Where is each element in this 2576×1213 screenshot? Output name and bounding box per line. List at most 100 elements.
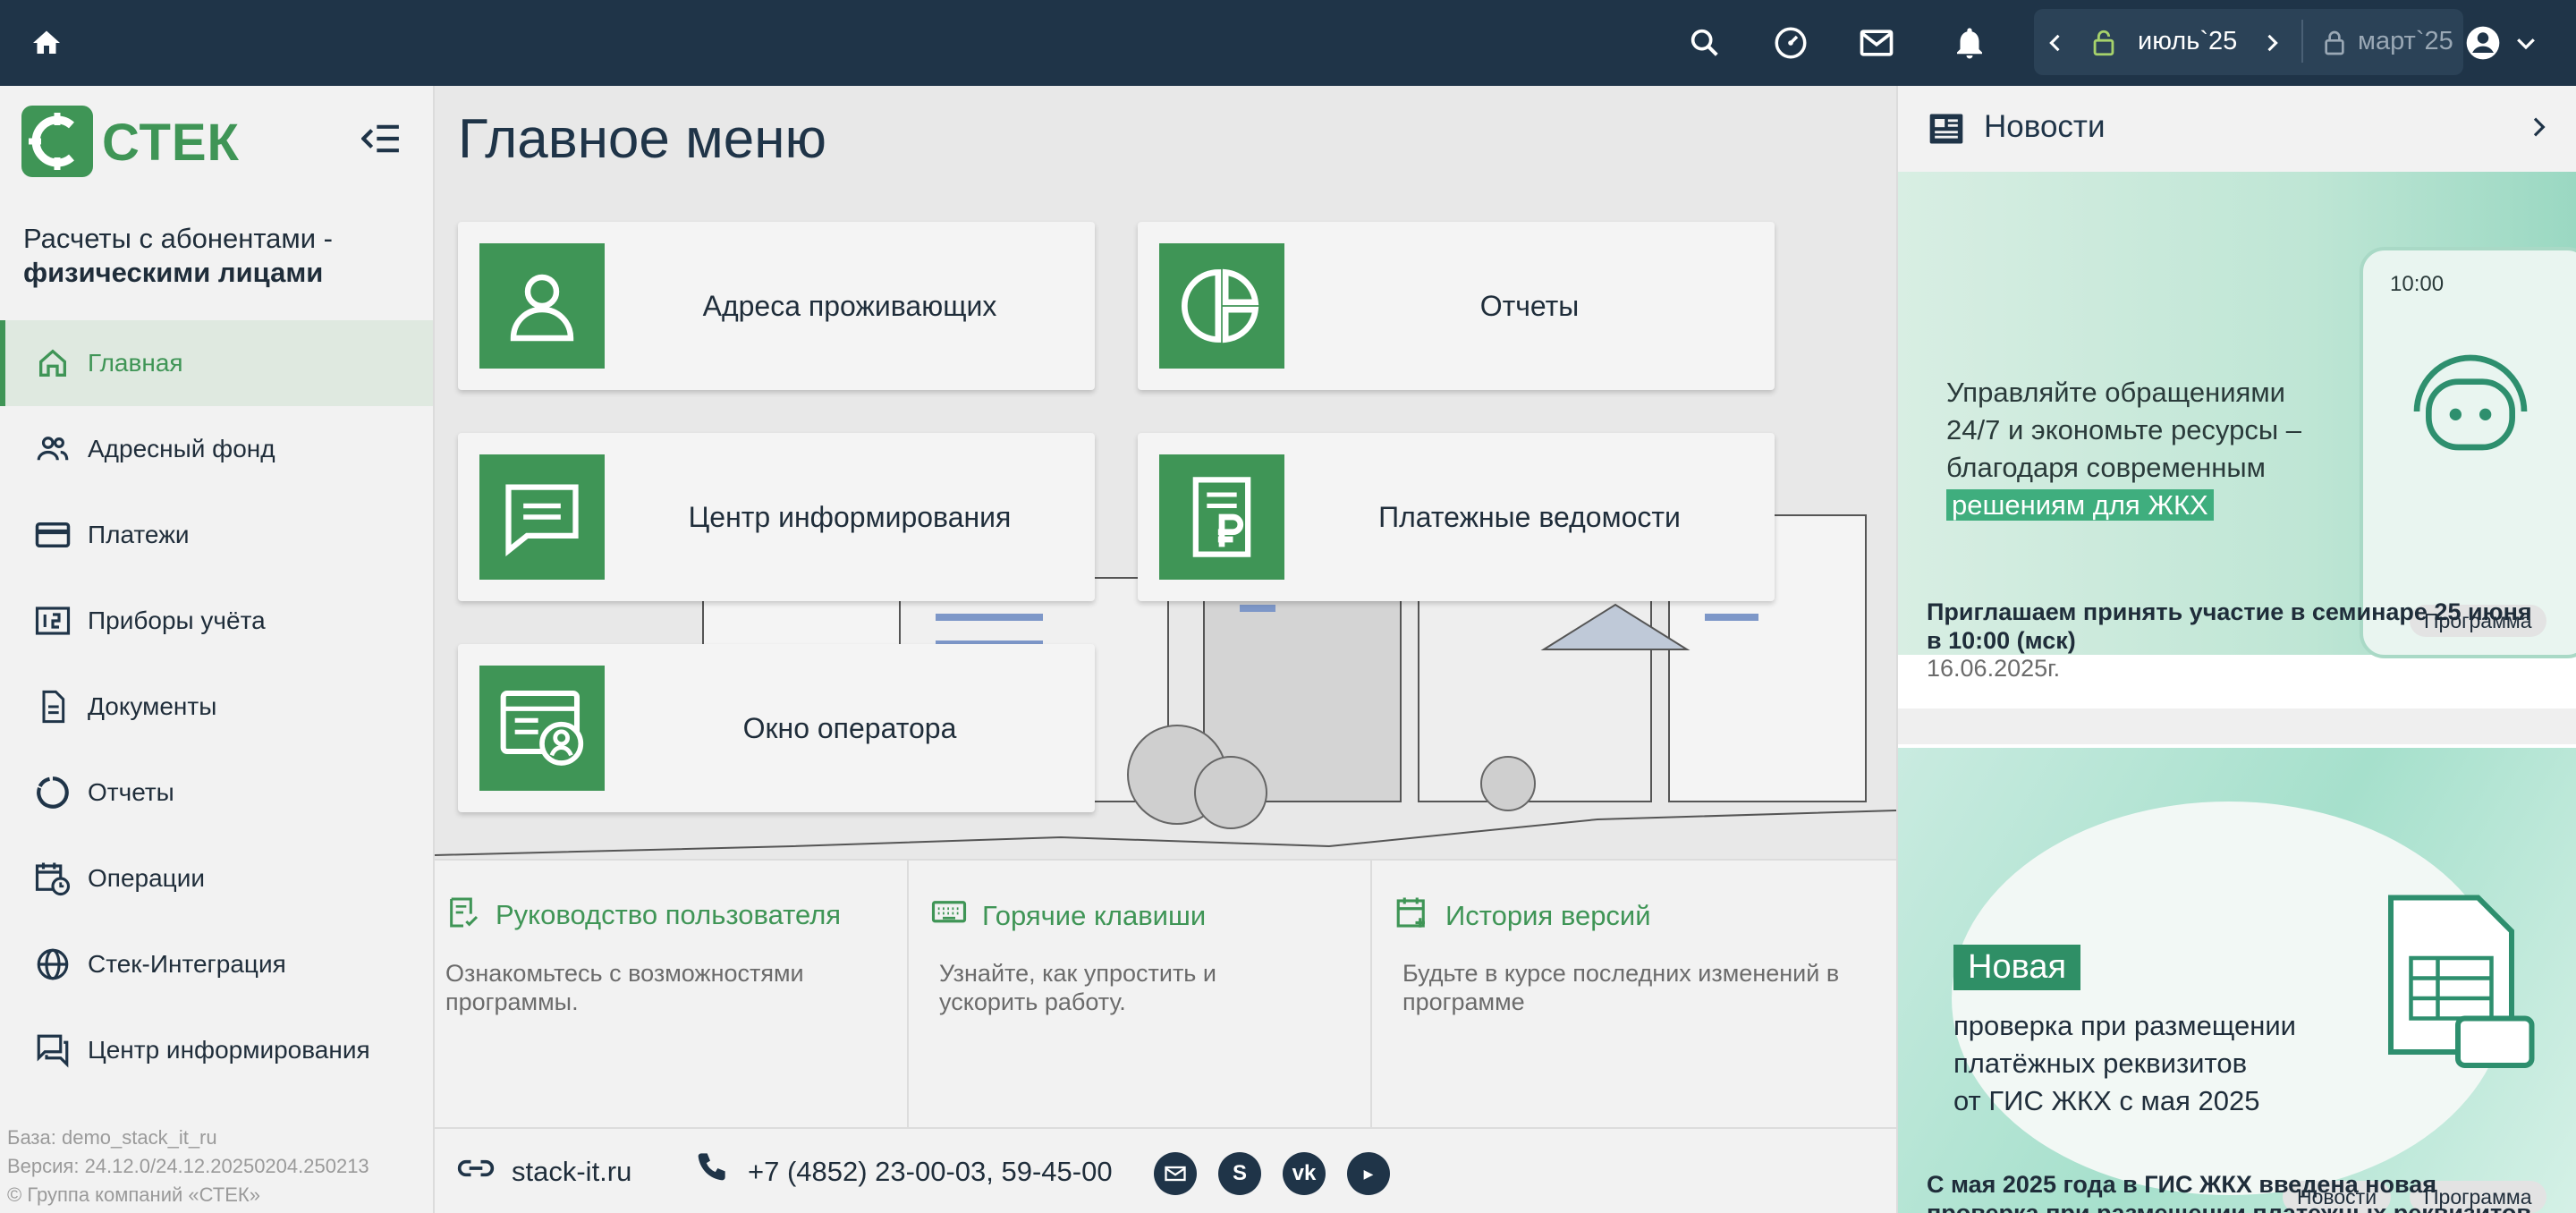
divider [2301,20,2303,63]
sidebar-item-label: Стек-Интеграция [88,950,286,978]
email-icon[interactable] [1154,1152,1197,1195]
tile-payment-statements[interactable]: Платежные ведомости [1138,433,1775,601]
news-item-title[interactable]: С мая 2025 года в ГИС ЖКХ введена новая … [1927,1170,2553,1213]
chevron-right-icon[interactable] [2524,113,2553,146]
bell-icon[interactable] [1948,21,1991,64]
chat-icon [32,1030,73,1071]
banner1-text: Управляйте обращениями 24/7 и экономьте … [1946,374,2301,524]
sidebar-item-reports[interactable]: Отчеты [0,750,433,836]
sidebar-item-label: Операции [88,864,205,892]
news-panel: Новости 10:00 Управляйте обращениями 24/… [1896,86,2576,1213]
tile-info-center[interactable]: Центр информирования [458,433,1095,601]
news-item-date: 16.06.2025г. [1927,655,2061,682]
org-title-line1: Расчеты с абонентами - [23,223,333,254]
vk-icon[interactable]: vk [1283,1152,1326,1195]
tile-label: Платежные ведомости [1378,500,1681,533]
sidebar-item-meters[interactable]: Приборы учёта [0,578,433,664]
hotkeys-title[interactable]: Горячие клавиши [982,900,1206,932]
bot-icon [2413,354,2528,451]
banner2-line: проверка при размещении [1953,1010,2296,1041]
current-period[interactable]: июль`25 [2138,27,2237,56]
tile-label: Отчеты [1479,289,1580,322]
chevron-left-icon[interactable] [2034,21,2077,64]
banner1-line: Управляйте обращениями [1946,377,2285,408]
skype-icon[interactable]: S [1218,1152,1261,1195]
hotkeys-card[interactable]: Горячие клавиши Узнайте, как упростить и… [909,861,1372,1129]
sidebar-item-address-fund[interactable]: Адресный фонд [0,406,433,492]
lock-icon [2313,21,2356,64]
copyright: © Группа компаний «СТЕК» [7,1183,260,1206]
card-icon [32,514,73,556]
phone-contact: +7 (4852) 23-00-03, 59-45-00 [692,1129,1113,1213]
sidebar-item-home[interactable]: Главная [0,320,433,406]
checklist-icon [445,895,481,935]
home-icon[interactable] [25,21,68,64]
version-history-title[interactable]: История версий [1445,900,1651,932]
banner2-line: платёжных реквизитов [1953,1048,2248,1079]
closed-period[interactable]: март`25 [2358,27,2453,56]
newspaper-icon [1927,109,1966,153]
operator-window-icon [479,666,605,791]
people-icon [32,428,73,470]
sidebar-item-label: Платежи [88,521,190,548]
website-link[interactable]: stack-it.ru [456,1129,631,1213]
sidebar-item-documents[interactable]: Документы [0,664,433,750]
hotkeys-header[interactable]: Горячие клавиши [930,895,1206,937]
tile-operator-window[interactable]: Окно оператора [458,644,1095,812]
logo-mark [21,106,93,177]
version-history-desc: Будьте в курсе последних изменений в про… [1402,960,1840,1015]
logo-text: СТЕК [102,114,240,172]
user-account-icon[interactable] [2462,21,2504,64]
news-title: Новости [1984,109,2106,144]
document-card-illustration [2388,895,2535,1068]
pie-chart-icon [1159,243,1284,369]
sidebar-nav: Главная Адресный фонд Платежи Приборы уч… [0,320,433,1093]
chevron-right-icon[interactable] [2250,21,2293,64]
period-selector: июль`25 март`25 [2034,9,2463,75]
youtube-icon[interactable]: ▶ [1347,1152,1390,1195]
user-guide-card[interactable]: Руководство пользователя Ознакомьтесь с … [435,861,909,1129]
chevron-down-icon[interactable] [2504,21,2547,64]
tile-label: Адреса проживающих [702,289,997,322]
banner1-line: благодаря современным [1946,452,2266,483]
version-history-header[interactable]: История версий [1394,895,1651,937]
version-string: Версия: 24.12.0/24.12.20250204.250213 [7,1155,369,1177]
calendar-add-icon [1394,895,1431,937]
banner1-highlight: решениям для ЖКХ [1946,489,2214,521]
document-icon [32,686,73,727]
sidebar-item-operations[interactable]: Операции [0,836,433,921]
search-icon[interactable] [1683,21,1726,64]
org-title-line2: физическими лицами [23,257,324,288]
version-history-card[interactable]: История версий Будьте в курсе последних … [1372,861,1896,1129]
news-header: Новости [1898,86,2576,172]
person-icon [479,243,605,369]
report-icon [32,772,73,813]
sidebar-item-label: Центр информирования [88,1036,370,1064]
database-name: База: demo_stack_it_ru [7,1126,217,1149]
user-guide-header[interactable]: Руководство пользователя [445,895,841,935]
website-text[interactable]: stack-it.ru [512,1156,631,1188]
sidebar-item-label: Отчеты [88,778,174,806]
dashboard-icon[interactable] [1769,21,1812,64]
ruble-document-icon [1159,454,1284,580]
hotkeys-desc: Узнайте, как упростить и ускорить работу… [939,960,1216,1015]
message-icon [479,454,605,580]
tile-reports[interactable]: Отчеты [1138,222,1775,390]
news-banner-1[interactable]: 10:00 Управляйте обращениями 24/7 и экон… [1898,172,2576,658]
collapse-menu-icon[interactable] [360,123,402,158]
news-banner-2[interactable]: Новая проверка при размещении платёжных … [1898,748,2576,1213]
sidebar-item-integration[interactable]: Стек-Интеграция [0,921,433,1007]
mail-icon[interactable] [1855,21,1898,64]
link-icon [456,1149,496,1195]
help-links: Руководство пользователя Ознакомьтесь с … [435,859,1896,1129]
sidebar-item-label: Документы [88,692,217,720]
banner1-line: 24/7 и экономьте ресурсы – [1946,414,2301,445]
org-title: Расчеты с абонентами - физическими лицам… [23,222,333,290]
user-guide-title[interactable]: Руководство пользователя [496,899,841,931]
tile-resident-addresses[interactable]: Адреса проживающих [458,222,1095,390]
keyboard-icon [930,895,968,937]
sidebar-item-payments[interactable]: Платежи [0,492,433,578]
sidebar-item-info-center[interactable]: Центр информирования [0,1007,433,1093]
sidebar-item-label: Главная [88,349,183,377]
news-item-title[interactable]: Приглашаем принять участие в семинаре 25… [1927,598,2553,655]
